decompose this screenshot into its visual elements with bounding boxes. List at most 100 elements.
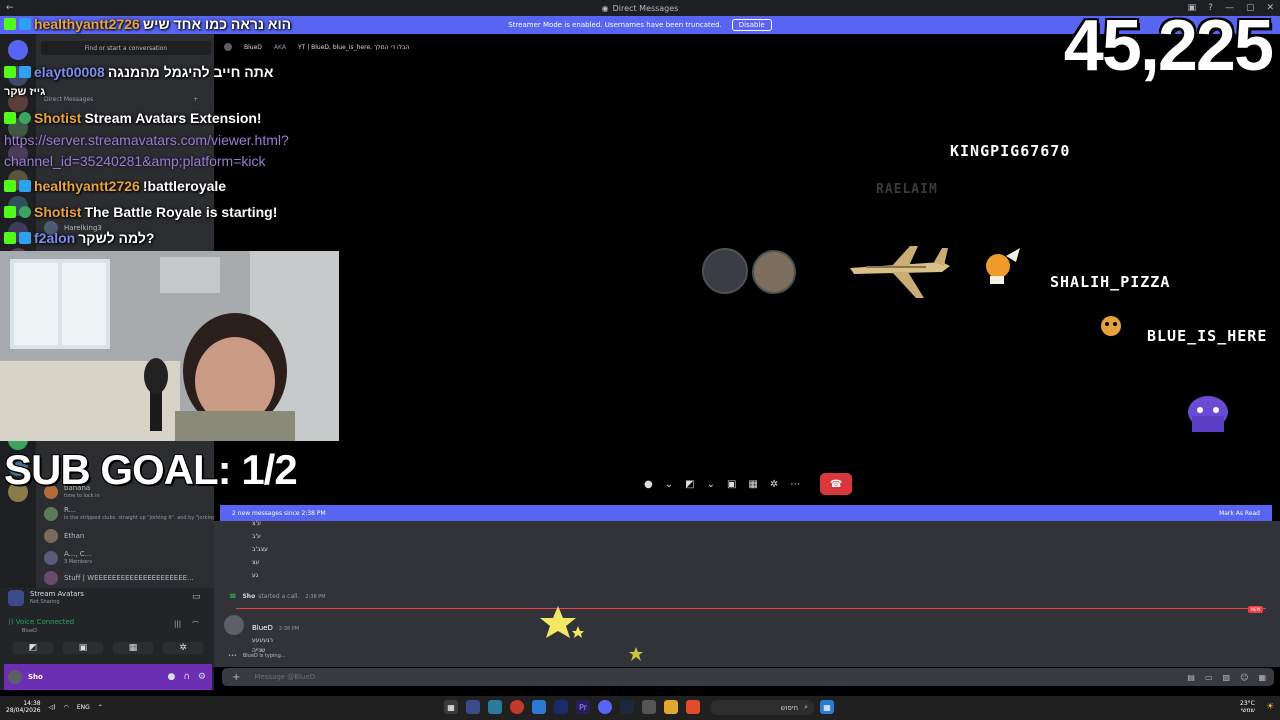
weather-widget[interactable]: 23°C שמשי (1240, 700, 1255, 714)
stream-avatars-icon (8, 590, 24, 606)
fox-sprite (986, 248, 1020, 284)
stream-chat-overlay: healthyantt2726 הוא נראה כמו אחד שיש ela… (0, 0, 360, 250)
gif-icon[interactable]: ▭ (1205, 673, 1213, 682)
sub-badge-icon (19, 180, 31, 192)
app-icon[interactable] (554, 700, 568, 714)
bot-badge-icon (19, 112, 31, 124)
screen-share-icon[interactable]: ▭ (192, 592, 201, 602)
avatar (44, 571, 58, 585)
banner-text: Streamer Mode is enabled. Usernames have… (508, 21, 722, 29)
ghost-sprite (1188, 396, 1228, 432)
start-icon[interactable]: ▦ (820, 700, 834, 714)
dm-name: Ethan (64, 532, 85, 540)
sub-badge-icon (19, 232, 31, 244)
chat-message: elayt00008 אתה חייב להיגמל מהמנגה (4, 64, 273, 80)
chat-text: למה לשקר? (78, 230, 155, 246)
chat-link: https://server.streamavatars.com/viewer.… (4, 132, 289, 148)
message-group: BlueD 2:38 PM רגעעעע שנייה (224, 615, 299, 654)
voice-status[interactable]: )) Voice Connected BlueD ||| ⌒ (8, 618, 199, 634)
headphones-icon[interactable]: ∩ (183, 672, 190, 682)
disable-button[interactable]: Disable (731, 19, 772, 31)
chat-stray-text: גייז שקר (4, 86, 46, 98)
camera-off-icon[interactable]: ◩ (685, 479, 694, 490)
kick-badge-icon (4, 18, 16, 30)
signal-icon: )) (8, 618, 14, 626)
dm-item[interactable]: A..., C... 3 Members (44, 548, 212, 568)
noise-suppression-icon[interactable]: ||| (174, 620, 181, 628)
chat-message: Shotist The Battle Royale is starting! (4, 204, 277, 220)
chevron-down-icon[interactable]: ⌄ (665, 479, 673, 490)
clock-time[interactable]: 14:38 (6, 700, 40, 707)
hang-up-button[interactable]: ☎ (820, 473, 853, 495)
app-icon[interactable] (642, 700, 656, 714)
weather-temp: 23°C (1240, 700, 1255, 707)
message-input[interactable]: + Message @BlueD ▤ ▭ ▨ ☺ ▦ (222, 668, 1274, 686)
discord-icon[interactable] (598, 700, 612, 714)
activities-icon[interactable]: ▦ (113, 642, 153, 654)
participant-avatar[interactable] (702, 248, 748, 294)
brave-icon[interactable] (686, 700, 700, 714)
share-screen-icon[interactable]: ▣ (727, 479, 736, 490)
avatar[interactable] (224, 615, 244, 635)
dm-item[interactable]: R... in the stripped clubs. straight up "… (44, 504, 214, 524)
emoji-icon[interactable]: ☺ (1240, 673, 1248, 682)
language-indicator[interactable]: ENG (77, 704, 90, 711)
taskbar-search[interactable]: חיפוש ⌕ (710, 700, 814, 715)
phone-icon: ☎ (830, 478, 843, 490)
avatar (44, 507, 58, 521)
obs-icon[interactable] (510, 700, 524, 714)
voice-controls: ◩ ▣ ▦ ✲ (8, 642, 208, 654)
avatar-name-label: BLUE_IS_HERE (1147, 327, 1268, 345)
search-icon: ⌕ (804, 703, 808, 711)
dm-name: Stuff | WEEEEEEEEEEEEEEEEEEEEE... (64, 574, 194, 582)
attach-icon[interactable]: + (232, 672, 240, 683)
call-controls: ● ⌄ ◩ ⌄ ▣ ▦ ✲ ⋯ ☎ (644, 472, 853, 496)
network-icon[interactable]: ◠ (64, 704, 69, 711)
gear-icon[interactable]: ⚙ (198, 672, 206, 682)
soundboard-icon[interactable]: ✲ (163, 642, 203, 654)
dm-item[interactable]: Stuff | WEEEEEEEEEEEEEEEEEEEEE... (44, 568, 212, 588)
clock-date[interactable]: 28/04/2026 (6, 707, 41, 714)
kick-badge-icon (4, 206, 16, 218)
mic-icon[interactable]: ● (644, 479, 653, 490)
stream-avatars-icon[interactable] (466, 700, 480, 714)
chat-message: Shotist Stream Avatars Extension! (4, 110, 262, 126)
camera-off-icon[interactable]: ◩ (13, 642, 53, 654)
caller-name[interactable]: Sho (242, 593, 255, 600)
mic-icon[interactable]: ● (167, 672, 175, 682)
dm-item[interactable]: Ethan (44, 526, 212, 546)
chat-text: Stream Avatars Extension! (84, 110, 262, 126)
premiere-icon[interactable]: Pr (576, 700, 590, 714)
chevron-down-icon[interactable]: ⌄ (707, 479, 715, 490)
sticker-icon[interactable]: ▨ (1223, 673, 1231, 682)
avatar-name-label: SHALIH_PIZZA (1050, 273, 1171, 291)
kick-badge-icon (4, 180, 16, 192)
activity-row[interactable]: Stream Avatars Not Sharing ▭ (8, 590, 201, 606)
more-icon[interactable]: ⋯ (790, 479, 800, 490)
chevron-up-icon[interactable]: ⌃ (98, 704, 103, 711)
airplane-sprite (850, 246, 950, 298)
disconnect-icon[interactable]: ⌒ (192, 620, 199, 630)
chat-username: healthyantt2726 (34, 16, 140, 32)
chat-text: The Battle Royale is starting! (84, 204, 278, 220)
app-icon[interactable] (488, 700, 502, 714)
volume-icon[interactable]: ◁) (49, 704, 56, 711)
new-messages-bar[interactable]: 2 new messages since 2:38 PM Mark As Rea… (220, 505, 1272, 521)
timestamp: 2:38 PM (305, 593, 326, 600)
app-icon[interactable] (532, 700, 546, 714)
folder-icon[interactable] (664, 700, 678, 714)
gift-icon[interactable]: ▤ (1187, 673, 1195, 682)
chat-text: הוא נראה כמו אחד שיש (142, 16, 292, 32)
app-icon[interactable]: ▦ (444, 700, 458, 714)
author-name[interactable]: BlueD (252, 624, 273, 632)
participant-avatar[interactable] (752, 250, 796, 294)
share-screen-icon[interactable]: ▣ (63, 642, 103, 654)
avatar[interactable] (8, 670, 22, 684)
soundboard-icon[interactable]: ✲ (770, 479, 778, 490)
apps-icon[interactable]: ▦ (1258, 673, 1266, 682)
activities-icon[interactable]: ▦ (748, 479, 757, 490)
steam-icon[interactable] (620, 700, 634, 714)
taskbar-tray-left: 14:38 28/04/2026 ◁) ◠ ENG ⌃ (6, 700, 103, 714)
mark-as-read-button[interactable]: Mark As Read (1219, 510, 1260, 517)
sub-badge-icon (19, 66, 31, 78)
